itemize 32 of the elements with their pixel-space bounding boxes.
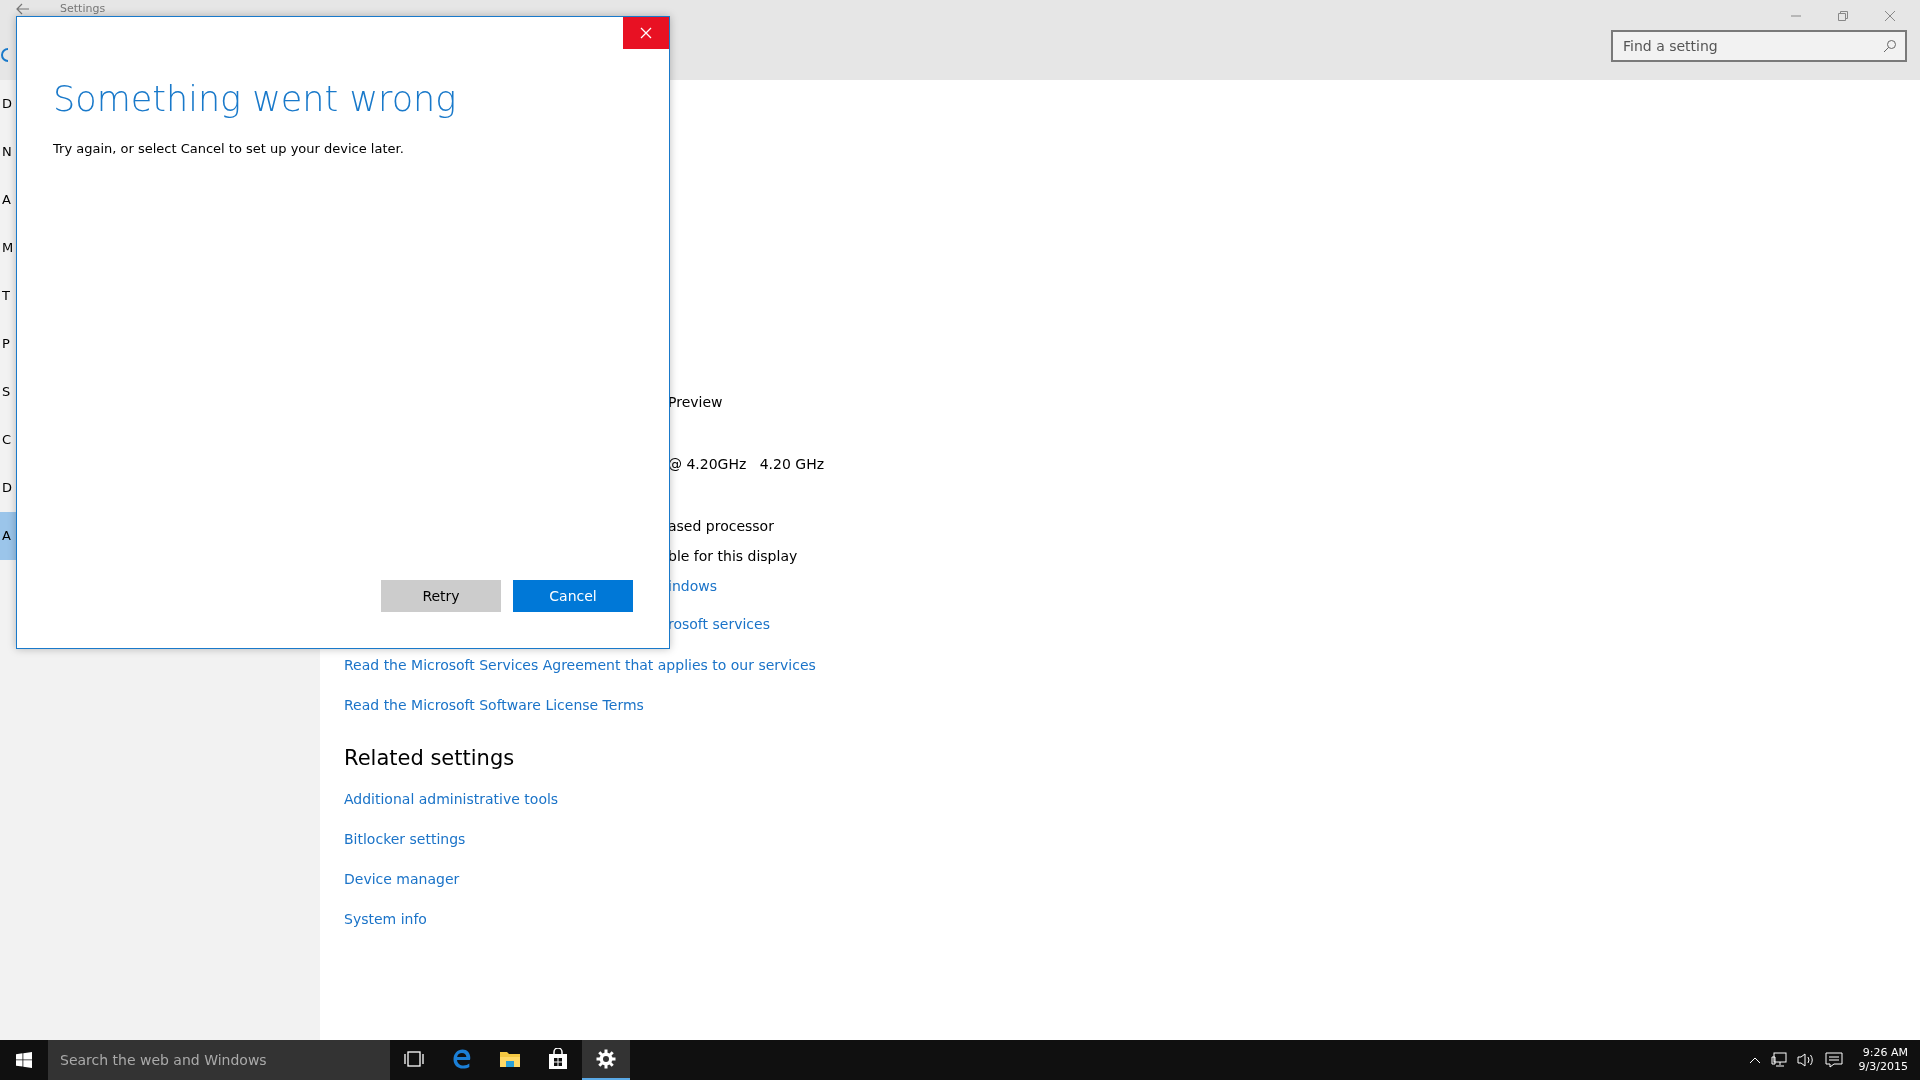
retry-button[interactable]: Retry <box>381 580 501 612</box>
info-text: ased processor <box>668 517 774 536</box>
task-view-icon <box>404 1051 424 1067</box>
notifications-icon[interactable] <box>1824 1052 1843 1068</box>
cancel-button[interactable]: Cancel <box>513 580 633 612</box>
shopping-bag-icon <box>548 1048 568 1070</box>
chevron-up-icon[interactable] <box>1748 1056 1761 1064</box>
folder-icon <box>499 1050 521 1068</box>
back-arrow-icon[interactable] <box>16 3 30 15</box>
link[interactable]: Bitlocker settings <box>344 828 466 850</box>
close-icon[interactable] <box>1884 10 1896 22</box>
dialog-title: Something went wrong <box>53 79 458 119</box>
windows-logo-icon <box>16 1052 32 1068</box>
taskbar-search-field[interactable]: Search the web and Windows <box>48 1040 390 1080</box>
clock-time[interactable]: 9:26 AM <box>1862 1046 1908 1060</box>
close-icon <box>640 27 652 39</box>
browser-icon <box>451 1048 473 1070</box>
restore-icon[interactable] <box>1837 10 1849 22</box>
network-icon[interactable] <box>1770 1052 1787 1068</box>
search-field[interactable]: Find a setting <box>1611 30 1907 62</box>
link[interactable]: Read the Microsoft Software License Terms <box>344 694 644 716</box>
section-heading: Related settings <box>344 746 515 770</box>
settings-button[interactable] <box>582 1040 630 1080</box>
window-title: Settings <box>60 2 106 15</box>
dialog-message: Try again, or select Cancel to set up your device later. <box>53 141 405 156</box>
link[interactable]: Read the Microsoft Services Agreement that applies to our services <box>344 654 816 676</box>
link[interactable]: Additional administrative tools <box>344 788 559 810</box>
link[interactable]: Device manager <box>344 868 460 890</box>
search-icon[interactable] <box>1883 39 1897 53</box>
clock-date[interactable]: 9/3/2015 <box>1858 1060 1908 1074</box>
volume-icon[interactable] <box>1796 1052 1815 1068</box>
link[interactable]: System info <box>344 908 427 930</box>
